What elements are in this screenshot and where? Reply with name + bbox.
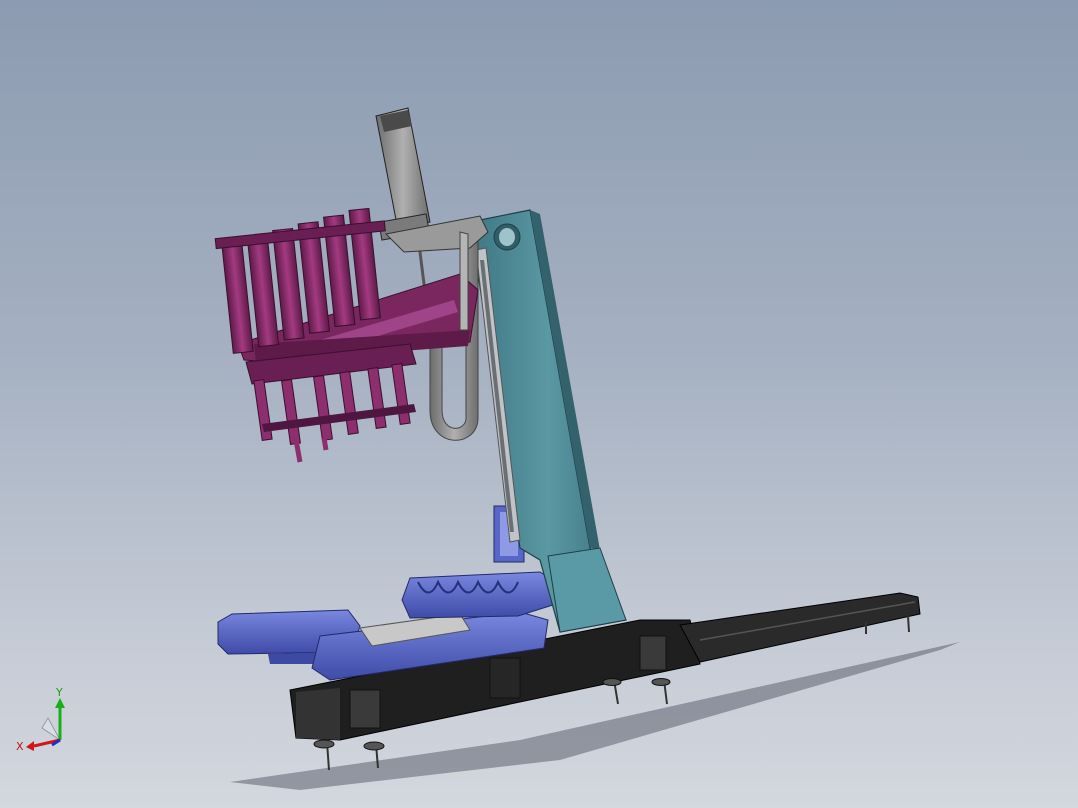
orientation-triad[interactable]: Y X (12, 684, 76, 756)
x-axis-label: X (16, 740, 24, 753)
y-axis-arrow-head (55, 698, 65, 708)
gripper-rods (245, 343, 417, 463)
conveyor-unit (217, 505, 557, 681)
support-column (469, 209, 627, 633)
y-axis-label: Y (55, 686, 63, 699)
x-axis-arrow-head (26, 741, 34, 751)
cad-viewport[interactable]: Y X (0, 0, 1078, 808)
machine-model[interactable] (0, 0, 1078, 808)
servo-motor (375, 107, 431, 301)
triad-hub (41, 717, 61, 741)
support-strut (459, 231, 469, 331)
